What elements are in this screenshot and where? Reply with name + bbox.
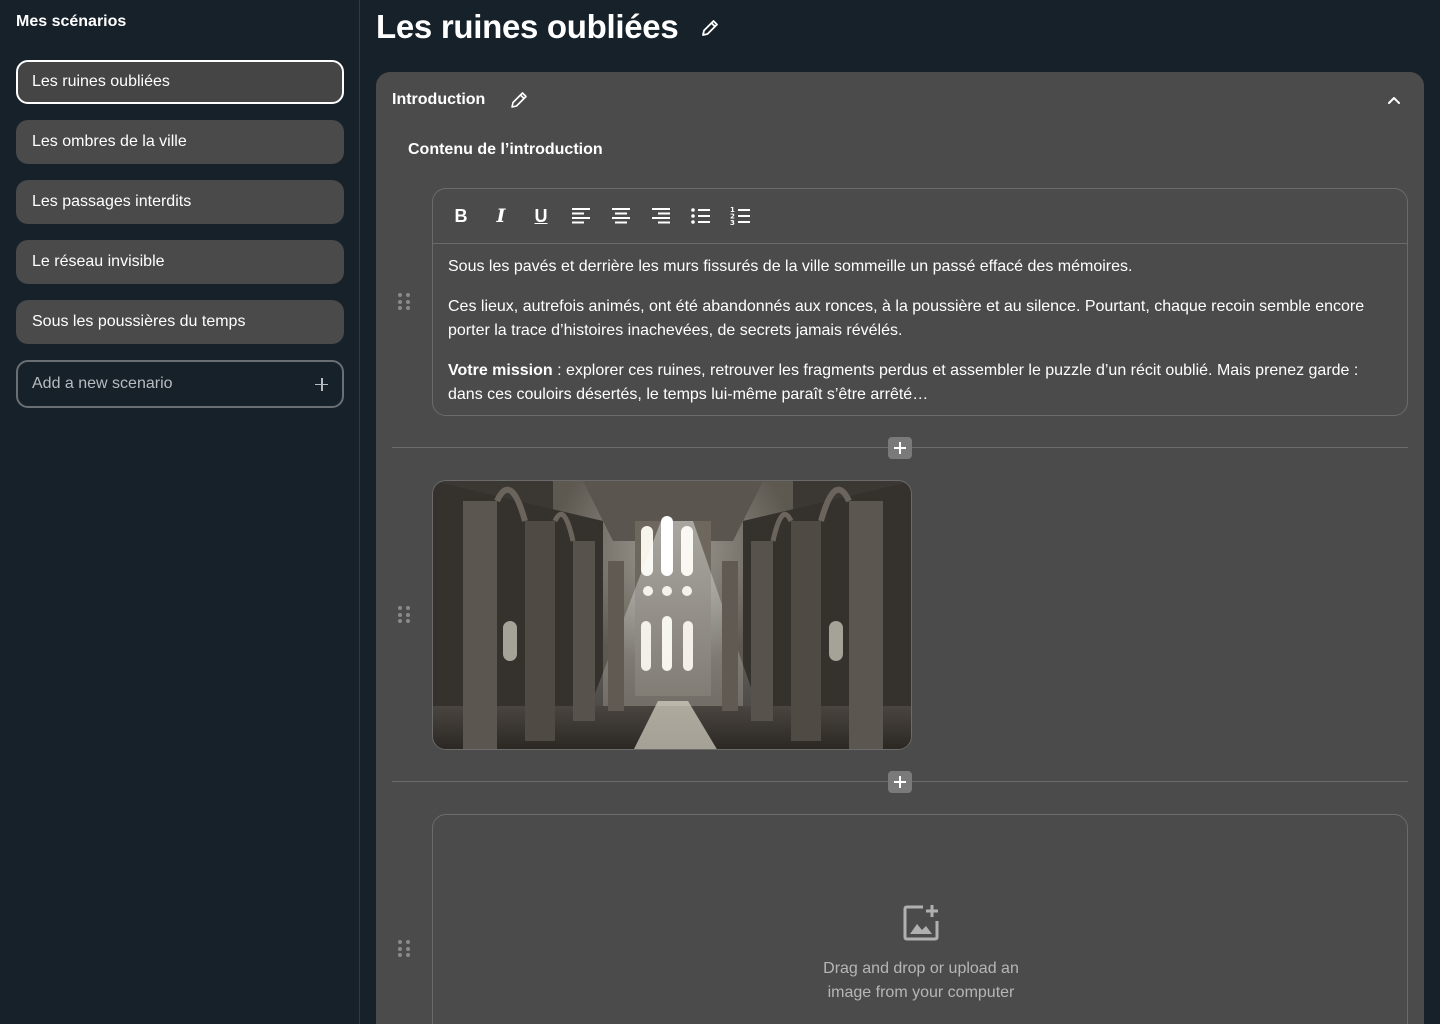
scenario-item[interactable]: Les ombres de la ville	[16, 120, 344, 164]
scenario-label: Les ombres de la ville	[32, 133, 187, 150]
editor-content[interactable]: Sous les pavés et derrière les murs fiss…	[433, 244, 1407, 407]
add-block-button[interactable]	[888, 771, 912, 793]
upload-instructions: Drag and drop or upload an image from yo…	[433, 957, 1409, 1005]
scenario-label: Les passages interdits	[32, 193, 192, 210]
editor-toolbar: B I U 123	[433, 189, 1407, 244]
underline-button[interactable]: U	[529, 204, 553, 228]
section-title: Introduction	[392, 91, 486, 108]
paragraph: Ces lieux, autrefois animés, ont été aba…	[448, 298, 1365, 339]
scenario-item[interactable]: Les passages interdits	[16, 180, 344, 224]
align-right-icon[interactable]	[649, 204, 673, 228]
pencil-icon[interactable]	[700, 18, 720, 38]
chevron-up-icon[interactable]	[1386, 94, 1402, 106]
page-title: Les ruines oubliées	[376, 8, 679, 45]
scenario-item[interactable]: Le réseau invisible	[16, 240, 344, 284]
drag-handle-icon[interactable]	[398, 293, 410, 311]
ruins-image[interactable]	[432, 480, 912, 750]
add-image-icon	[903, 905, 939, 941]
scenario-item[interactable]: Sous les poussières du temps	[16, 300, 344, 344]
add-scenario-label: Add a new scenario	[32, 375, 173, 392]
drag-handle-icon[interactable]	[398, 606, 410, 624]
drag-handle-icon[interactable]	[398, 940, 410, 958]
pencil-icon[interactable]	[509, 90, 529, 110]
scenario-label: Les ruines oubliées	[32, 73, 170, 90]
add-block-button[interactable]	[888, 437, 912, 459]
introduction-panel: Introduction Contenu de l’introduction B…	[376, 72, 1424, 1024]
upload-text-line: Drag and drop or upload an	[823, 960, 1019, 977]
scenario-label: Sous les poussières du temps	[32, 313, 246, 330]
content-label: Contenu de l’introduction	[408, 141, 603, 158]
bold-button[interactable]: B	[449, 204, 473, 228]
scenario-item-active[interactable]: Les ruines oubliées	[16, 60, 344, 104]
upload-text-line: image from your computer	[827, 984, 1015, 1001]
numbered-list-icon[interactable]: 123	[729, 204, 753, 228]
align-center-icon[interactable]	[609, 204, 633, 228]
italic-button[interactable]: I	[489, 204, 513, 228]
align-left-icon[interactable]	[569, 204, 593, 228]
paragraph: Sous les pavés et derrière les murs fiss…	[448, 258, 1133, 275]
mission-text: : explorer ces ruines, retrouver les fra…	[448, 362, 1359, 403]
cathedral-ruins-illustration	[433, 481, 911, 749]
scenario-label: Le réseau invisible	[32, 253, 165, 270]
svg-text:3: 3	[730, 219, 735, 227]
paragraph-mission: Votre mission : explorer ces ruines, ret…	[448, 359, 1392, 407]
sidebar-title: Mes scénarios	[16, 13, 127, 30]
rich-text-editor[interactable]: B I U 123 Sous les pavés et derrière les	[432, 188, 1408, 416]
plus-icon	[315, 377, 328, 391]
mission-strong: Votre mission	[448, 362, 553, 379]
add-scenario-button[interactable]: Add a new scenario	[16, 360, 344, 408]
bullet-list-icon[interactable]	[689, 204, 713, 228]
sidebar: Mes scénarios Les ruines oubliées Les om…	[0, 0, 360, 1024]
image-upload-dropzone[interactable]: Drag and drop or upload an image from yo…	[432, 814, 1408, 1024]
